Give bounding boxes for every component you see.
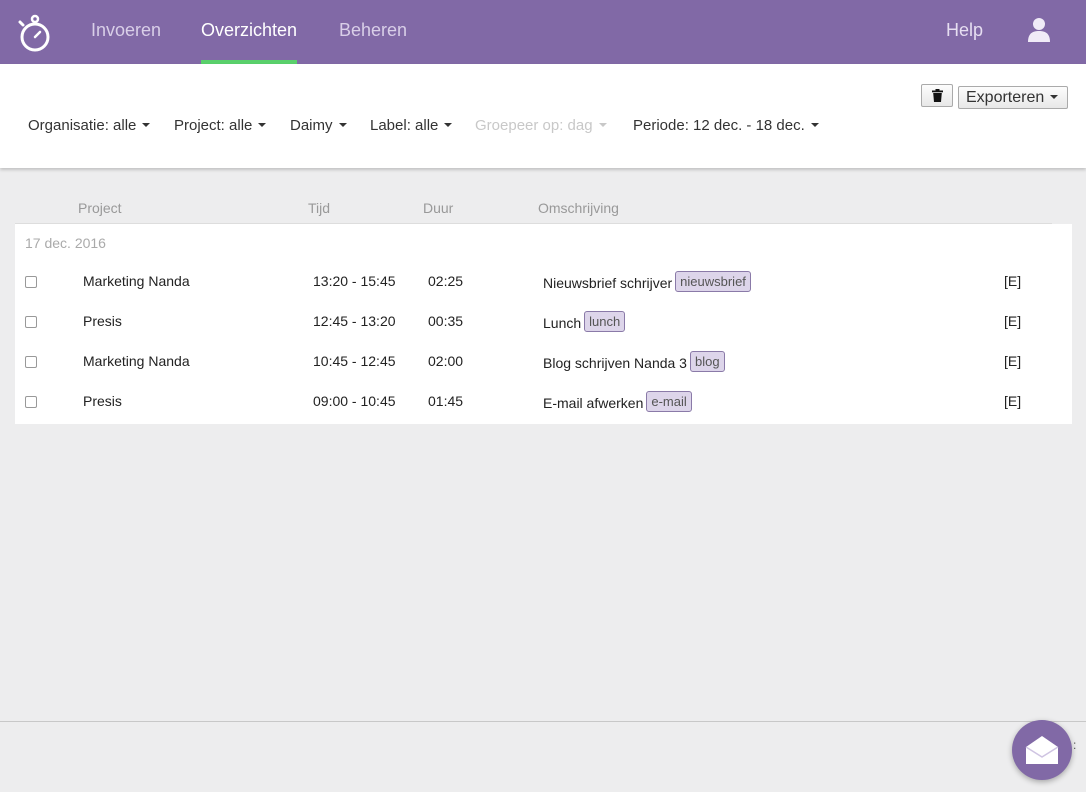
nav-tab-invoeren[interactable]: Invoeren bbox=[91, 0, 161, 64]
row-duration: 02:00 bbox=[428, 353, 464, 369]
user-icon[interactable] bbox=[1027, 17, 1051, 43]
edit-link[interactable]: [E] bbox=[1004, 353, 1021, 369]
row-time: 10:45 - 12:45 bbox=[313, 353, 396, 369]
footer-divider bbox=[0, 721, 1086, 722]
trash-icon bbox=[931, 89, 943, 102]
row-description: Blog schrijven Nanda 3 blog bbox=[543, 351, 725, 374]
row-checkbox[interactable] bbox=[25, 276, 37, 288]
chevron-down-icon bbox=[338, 123, 347, 128]
filter-label: Organisatie: alle bbox=[28, 117, 137, 134]
edge-mark: : bbox=[1073, 738, 1077, 752]
export-dropdown[interactable]: Exporteren bbox=[958, 86, 1068, 109]
nav-tab-label: Beheren bbox=[339, 20, 408, 40]
chevron-down-icon bbox=[444, 123, 453, 128]
edit-link[interactable]: [E] bbox=[1004, 313, 1021, 329]
row-description: Lunch lunch bbox=[543, 311, 626, 334]
filter-label: Periode: 12 dec. - 18 dec. bbox=[633, 117, 805, 134]
nav-tab-overzichten[interactable]: Overzichten bbox=[201, 0, 298, 64]
row-project: Presis bbox=[83, 393, 122, 409]
table-row: Marketing Nanda 13:20 - 15:45 02:25 Nieu… bbox=[15, 262, 1072, 302]
description-text: E-mail afwerken bbox=[543, 395, 644, 411]
row-duration: 00:35 bbox=[428, 313, 464, 329]
table-row: Marketing Nanda 10:45 - 12:45 02:00 Blog… bbox=[15, 342, 1072, 382]
row-description: Nieuwsbrief schrijver nieuwsbrief bbox=[543, 271, 751, 294]
label-tag[interactable]: e-mail bbox=[646, 391, 692, 412]
column-header-duration: Duur bbox=[423, 200, 454, 216]
chevron-down-icon bbox=[810, 123, 819, 128]
delete-button[interactable] bbox=[921, 84, 953, 107]
row-duration: 01:45 bbox=[428, 393, 464, 409]
stopwatch-icon[interactable] bbox=[17, 12, 53, 54]
row-project: Marketing Nanda bbox=[83, 273, 190, 289]
column-header-time: Tijd bbox=[308, 200, 331, 216]
filter-label: Project: alle bbox=[174, 117, 253, 134]
row-project: Marketing Nanda bbox=[83, 353, 190, 369]
filter-label: Label: alle bbox=[370, 117, 439, 134]
filter-label: Groepeer op: dag bbox=[475, 117, 593, 134]
date-group-label: 17 dec. 2016 bbox=[25, 235, 106, 251]
organisation-filter[interactable]: Organisatie: alle bbox=[28, 117, 151, 134]
row-time: 12:45 - 13:20 bbox=[313, 313, 396, 329]
description-text: Blog schrijven Nanda 3 bbox=[543, 355, 687, 371]
help-link[interactable]: Help bbox=[946, 0, 983, 64]
export-label: Exporteren bbox=[966, 89, 1045, 106]
chevron-down-icon bbox=[142, 123, 151, 128]
table-row: Presis 12:45 - 13:20 00:35 Lunch lunch [E… bbox=[15, 302, 1072, 342]
row-checkbox[interactable] bbox=[25, 396, 37, 408]
label-tag[interactable]: lunch bbox=[584, 311, 626, 332]
filter-label: Daimy bbox=[290, 117, 333, 134]
edit-link[interactable]: [E] bbox=[1004, 273, 1021, 289]
edit-link[interactable]: [E] bbox=[1004, 393, 1021, 409]
user-filter[interactable]: Daimy bbox=[290, 117, 347, 134]
period-filter[interactable]: Periode: 12 dec. - 18 dec. bbox=[633, 117, 819, 134]
row-checkbox[interactable] bbox=[25, 356, 37, 368]
filter-bar: Exporteren Organisatie: alle Project: al… bbox=[0, 64, 1086, 168]
label-filter[interactable]: Label: alle bbox=[370, 117, 453, 134]
label-tag[interactable]: nieuwsbrief bbox=[675, 271, 751, 292]
group-by-filter: Groepeer op: dag bbox=[475, 117, 607, 134]
label-tag[interactable]: blog bbox=[689, 351, 725, 372]
column-header-description: Omschrijving bbox=[538, 200, 619, 216]
nav-tab-label: Invoeren bbox=[91, 20, 162, 40]
nav-tab-label: Overzichten bbox=[201, 20, 298, 40]
row-time: 09:00 - 10:45 bbox=[313, 393, 396, 409]
chevron-down-icon bbox=[598, 123, 607, 128]
description-text: Nieuwsbrief schrijver bbox=[543, 275, 673, 291]
chevron-down-icon bbox=[1050, 94, 1059, 99]
envelope-icon bbox=[1025, 736, 1059, 764]
top-navbar: Invoeren Overzichten Beheren Help bbox=[0, 0, 1086, 64]
nav-tab-beheren[interactable]: Beheren bbox=[339, 0, 407, 64]
row-time: 13:20 - 15:45 bbox=[313, 273, 396, 289]
project-filter[interactable]: Project: alle bbox=[174, 117, 267, 134]
column-header-project: Project bbox=[78, 200, 122, 216]
row-checkbox[interactable] bbox=[25, 316, 37, 328]
chat-button[interactable] bbox=[1012, 720, 1072, 780]
table-row: Presis 09:00 - 10:45 01:45 E-mail afwerk… bbox=[15, 382, 1072, 422]
chevron-down-icon bbox=[258, 123, 267, 128]
time-entries-table: 17 dec. 2016 Marketing Nanda 13:20 - 15:… bbox=[15, 224, 1072, 424]
row-description: E-mail afwerken e-mail bbox=[543, 391, 692, 414]
row-duration: 02:25 bbox=[428, 273, 464, 289]
row-project: Presis bbox=[83, 313, 122, 329]
description-text: Lunch bbox=[543, 315, 582, 331]
